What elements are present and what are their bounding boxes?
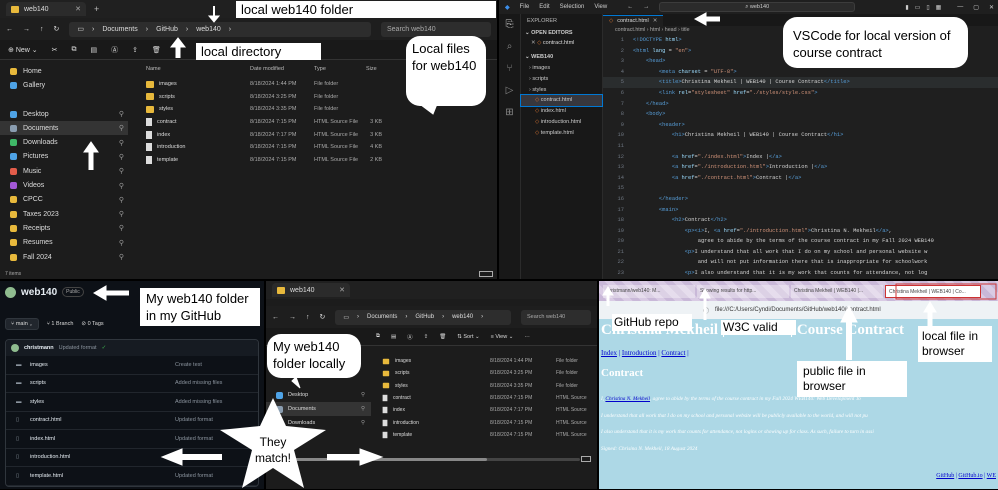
annotation-arrows xyxy=(0,0,998,489)
